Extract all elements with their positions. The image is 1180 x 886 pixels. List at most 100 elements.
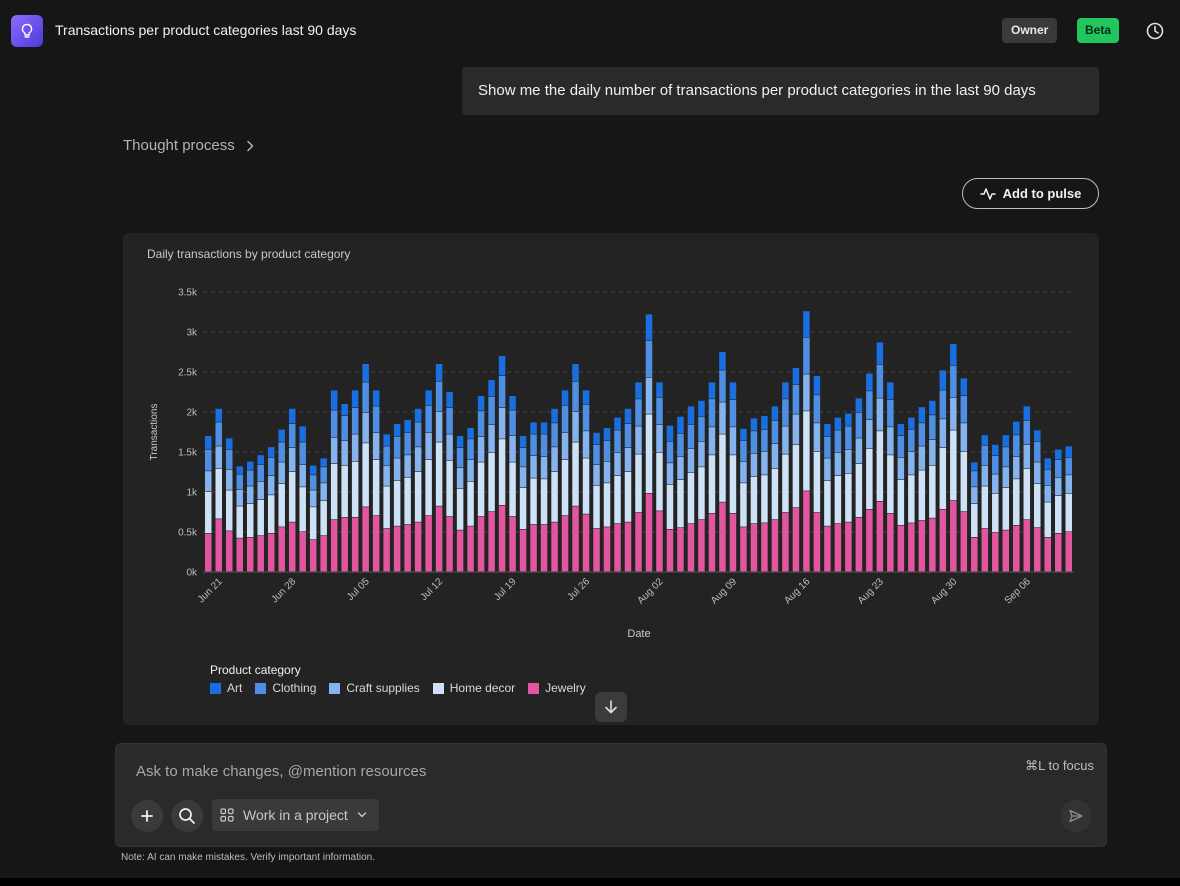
bar-segment-craft-supplies[interactable] — [971, 487, 978, 504]
bar-segment-jewelry[interactable] — [509, 516, 516, 572]
bar-segment-jewelry[interactable] — [782, 512, 789, 572]
bar-segment-home-decor[interactable] — [477, 462, 485, 517]
bar-segment-clothing[interactable] — [897, 436, 905, 457]
bar-segment-craft-supplies[interactable] — [561, 432, 569, 460]
bar-segment-craft-supplies[interactable] — [803, 374, 810, 411]
bar-segment-jewelry[interactable] — [908, 523, 915, 572]
bar-segment-art[interactable] — [372, 390, 380, 406]
bar-segment-clothing[interactable] — [1034, 441, 1041, 462]
bar-segment-home-decor[interactable] — [1055, 496, 1062, 533]
bar-segment-clothing[interactable] — [635, 399, 642, 426]
bar-segment-craft-supplies[interactable] — [656, 424, 663, 453]
bar-segment-jewelry[interactable] — [614, 524, 621, 572]
bar-segment-art[interactable] — [603, 428, 611, 441]
bar-segment-art[interactable] — [866, 373, 873, 391]
bar-segment-art[interactable] — [225, 438, 233, 449]
bar-segment-home-decor[interactable] — [509, 462, 516, 517]
bar-segment-clothing[interactable] — [467, 439, 474, 460]
bar-segment-art[interactable] — [393, 424, 401, 437]
bar-segment-clothing[interactable] — [1044, 469, 1052, 485]
bar-segment-home-decor[interactable] — [677, 480, 684, 528]
bar-segment-home-decor[interactable] — [603, 483, 611, 527]
bar-segment-art[interactable] — [246, 461, 254, 470]
bar-segment-clothing[interactable] — [509, 410, 516, 436]
bar-segment-home-decor[interactable] — [876, 431, 884, 501]
bar-segment-clothing[interactable] — [519, 448, 527, 467]
bar-segment-art[interactable] — [236, 466, 243, 474]
bar-segment-jewelry[interactable] — [582, 514, 590, 572]
bar-segment-home-decor[interactable] — [362, 443, 369, 507]
bar-segment-jewelry[interactable] — [1034, 528, 1041, 572]
bar-segment-art[interactable] — [267, 447, 275, 457]
bar-segment-art[interactable] — [981, 435, 989, 445]
bar-segment-art[interactable] — [288, 408, 296, 424]
bar-segment-art[interactable] — [299, 426, 306, 442]
bar-segment-jewelry[interactable] — [845, 522, 852, 572]
bar-segment-craft-supplies[interactable] — [257, 481, 264, 500]
bar-segment-home-decor[interactable] — [572, 442, 579, 506]
bar-segment-craft-supplies[interactable] — [614, 452, 621, 476]
bar-segment-clothing[interactable] — [225, 449, 233, 469]
bar-segment-clothing[interactable] — [719, 370, 726, 402]
bar-segment-art[interactable] — [204, 436, 212, 449]
bar-segment-clothing[interactable] — [446, 408, 453, 434]
bar-segment-home-decor[interactable] — [761, 475, 768, 523]
bar-segment-clothing[interactable] — [288, 424, 296, 448]
bar-segment-clothing[interactable] — [866, 391, 873, 420]
bar-segment-jewelry[interactable] — [593, 528, 600, 572]
bar-segment-craft-supplies[interactable] — [666, 463, 674, 485]
bar-segment-jewelry[interactable] — [435, 506, 443, 572]
bar-segment-home-decor[interactable] — [813, 452, 821, 513]
bar-segment-art[interactable] — [1002, 435, 1010, 447]
bar-segment-clothing[interactable] — [393, 436, 401, 458]
bar-segment-art[interactable] — [519, 436, 527, 448]
bar-segment-jewelry[interactable] — [1055, 533, 1062, 572]
bar-segment-art[interactable] — [582, 390, 590, 405]
bar-segment-home-decor[interactable] — [950, 430, 957, 501]
bar-segment-art[interactable] — [971, 462, 978, 471]
bar-segment-jewelry[interactable] — [834, 524, 842, 572]
bar-segment-jewelry[interactable] — [299, 532, 306, 572]
bar-segment-home-decor[interactable] — [593, 485, 600, 529]
bar-segment-jewelry[interactable] — [320, 536, 327, 572]
bar-segment-home-decor[interactable] — [320, 500, 327, 536]
bar-segment-craft-supplies[interactable] — [519, 467, 527, 488]
bar-segment-clothing[interactable] — [750, 431, 758, 453]
bar-segment-jewelry[interactable] — [362, 507, 369, 572]
bar-segment-art[interactable] — [435, 364, 443, 381]
bar-segment-craft-supplies[interactable] — [761, 452, 768, 475]
bar-segment-craft-supplies[interactable] — [225, 469, 233, 490]
bar-segment-art[interactable] — [551, 408, 558, 423]
bar-segment-craft-supplies[interactable] — [771, 444, 779, 469]
bar-segment-jewelry[interactable] — [425, 516, 432, 572]
bar-segment-craft-supplies[interactable] — [698, 441, 705, 467]
bar-segment-clothing[interactable] — [918, 423, 926, 446]
bar-segment-clothing[interactable] — [971, 471, 978, 487]
bar-segment-art[interactable] — [456, 436, 464, 448]
bar-segment-craft-supplies[interactable] — [593, 464, 600, 485]
add-button[interactable] — [131, 800, 163, 832]
bar-segment-craft-supplies[interactable] — [782, 426, 789, 454]
bar-segment-art[interactable] — [330, 390, 338, 410]
bar-segment-jewelry[interactable] — [624, 522, 632, 572]
bar-segment-craft-supplies[interactable] — [1055, 477, 1062, 496]
legend-item-home-decor[interactable]: Home decor — [432, 681, 515, 695]
bar-segment-jewelry[interactable] — [341, 517, 348, 572]
bar-segment-craft-supplies[interactable] — [687, 448, 695, 473]
bar-segment-clothing[interactable] — [414, 422, 422, 447]
bar-segment-jewelry[interactable] — [572, 506, 579, 572]
bar-segment-clothing[interactable] — [929, 415, 936, 440]
bar-segment-home-decor[interactable] — [1002, 488, 1010, 530]
bar-segment-clothing[interactable] — [855, 412, 863, 438]
bar-segment-home-decor[interactable] — [645, 414, 653, 493]
bar-segment-clothing[interactable] — [341, 416, 348, 441]
bar-segment-craft-supplies[interactable] — [897, 457, 905, 480]
bar-segment-craft-supplies[interactable] — [887, 427, 894, 455]
bar-segment-jewelry[interactable] — [750, 524, 758, 572]
bar-segment-craft-supplies[interactable] — [215, 446, 222, 469]
bar-segment-home-decor[interactable] — [551, 472, 558, 522]
bar-segment-home-decor[interactable] — [561, 460, 569, 516]
bar-segment-home-decor[interactable] — [309, 507, 317, 540]
bar-segment-art[interactable] — [635, 382, 642, 399]
bar-segment-home-decor[interactable] — [750, 476, 758, 524]
